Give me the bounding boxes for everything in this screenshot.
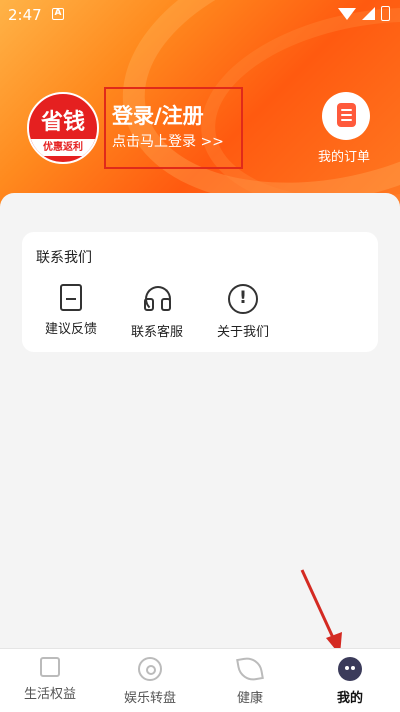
tab-mine[interactable]: 我的 xyxy=(300,649,400,712)
avatar-strip-text: 优惠返利 xyxy=(29,139,97,156)
login-title[interactable]: 登录/注册 xyxy=(112,100,204,130)
orders-icon-circle xyxy=(322,92,370,140)
signal-icon xyxy=(362,7,375,20)
my-orders-label: 我的订单 xyxy=(317,150,370,165)
tab-label: 健康 xyxy=(236,691,263,706)
status-bar: 2:47 A xyxy=(0,0,400,30)
leaf-icon xyxy=(236,655,264,683)
tab-label: 生活权益 xyxy=(23,687,76,702)
my-orders-button[interactable]: 我的订单 xyxy=(318,92,374,165)
battery-icon xyxy=(381,6,390,21)
tab-label: 我的 xyxy=(336,691,363,706)
avatar-logo-text: 省钱 xyxy=(40,110,85,135)
customer-service-button[interactable]: 联系客服 xyxy=(122,284,192,340)
bottom-tab-bar: 生活权益 娱乐转盘 健康 我的 xyxy=(0,648,400,712)
login-subtitle[interactable]: 点击马上登录 >> xyxy=(112,131,224,151)
feedback-label: 建议反馈 xyxy=(44,322,97,337)
feedback-button[interactable]: 建议反馈 xyxy=(36,284,106,337)
about-us-button[interactable]: 关于我们 xyxy=(208,284,278,340)
info-icon xyxy=(228,284,258,314)
disc-icon xyxy=(138,657,162,681)
contact-card-title: 联系我们 xyxy=(36,250,92,266)
tab-life-benefits[interactable]: 生活权益 xyxy=(0,649,100,712)
tab-health[interactable]: 健康 xyxy=(200,649,300,712)
tab-lucky-wheel[interactable]: 娱乐转盘 xyxy=(100,649,200,712)
document-icon xyxy=(337,103,356,127)
wifi-icon xyxy=(338,7,356,20)
about-us-label: 关于我们 xyxy=(216,325,269,340)
avatar[interactable]: 省钱 优惠返利 xyxy=(27,92,99,164)
tab-label: 娱乐转盘 xyxy=(123,691,176,706)
notification-icon: A xyxy=(52,8,64,20)
customer-service-label: 联系客服 xyxy=(130,325,183,340)
cup-icon xyxy=(40,657,60,677)
headset-icon xyxy=(142,284,172,314)
status-time: 2:47 xyxy=(8,6,42,24)
profile-icon xyxy=(338,657,362,681)
edit-icon xyxy=(60,284,82,311)
status-icons xyxy=(338,6,390,21)
